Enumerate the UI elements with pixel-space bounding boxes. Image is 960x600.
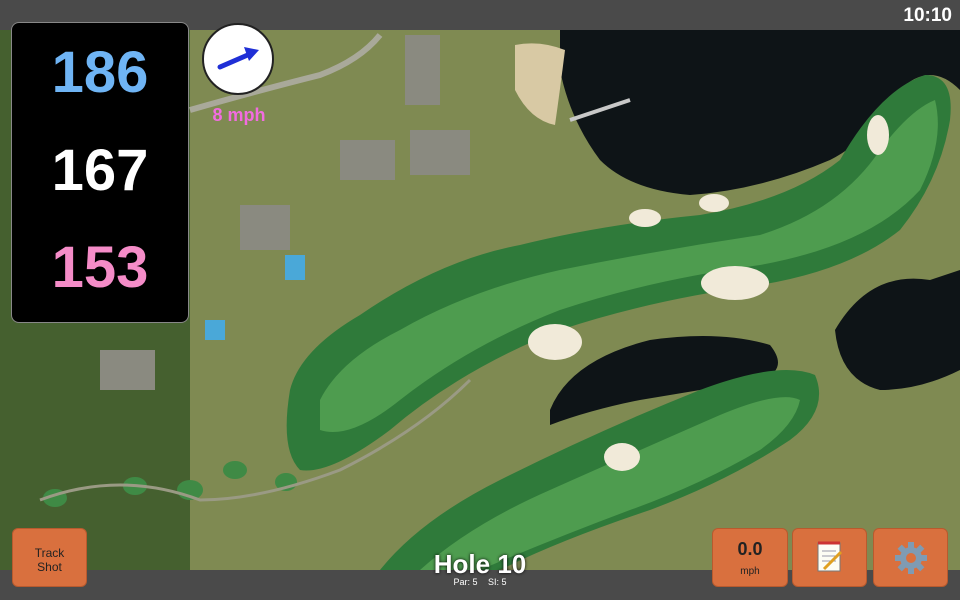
wind-arrow-icon: [217, 47, 259, 70]
wind-speed: 8 mph: [212, 105, 266, 125]
gear-icon: [895, 542, 927, 574]
notepad-icon: [817, 541, 843, 572]
notes-button[interactable]: [792, 528, 867, 587]
distance-middle: 167: [51, 138, 149, 203]
speed-value: 0.0: [737, 539, 763, 559]
house: [340, 140, 395, 180]
speed-button[interactable]: 0.0 mph: [712, 528, 788, 587]
hole-par: Par: 5: [453, 577, 478, 587]
track-shot-label-line1: Track: [34, 546, 65, 560]
clock: 10:10: [903, 5, 952, 26]
hole-title: Hole 10: [433, 549, 527, 579]
wind-direction-dial: [202, 23, 274, 95]
house: [100, 350, 155, 390]
bunker: [699, 194, 729, 212]
settings-button[interactable]: [873, 528, 948, 587]
house: [240, 205, 290, 250]
pool: [205, 320, 225, 340]
house: [405, 35, 440, 105]
house: [410, 130, 470, 175]
bunker: [867, 115, 889, 155]
hole-stroke-index: SI: 5: [488, 577, 507, 587]
bunker: [629, 209, 661, 227]
tee-box: [223, 461, 247, 479]
hole-meta: Par: 5 SI: 5: [380, 577, 580, 587]
distance-front: 153: [51, 235, 149, 300]
track-shot-button[interactable]: Track Shot: [12, 528, 87, 587]
bunker: [528, 324, 582, 360]
pool: [285, 255, 305, 280]
speed-unit: mph: [740, 566, 760, 577]
distance-back: 186: [51, 40, 149, 105]
distance-panel: 186 167 153: [11, 22, 189, 323]
bunker: [604, 443, 640, 471]
bunker: [701, 266, 769, 300]
track-shot-label-line2: Shot: [37, 560, 62, 574]
